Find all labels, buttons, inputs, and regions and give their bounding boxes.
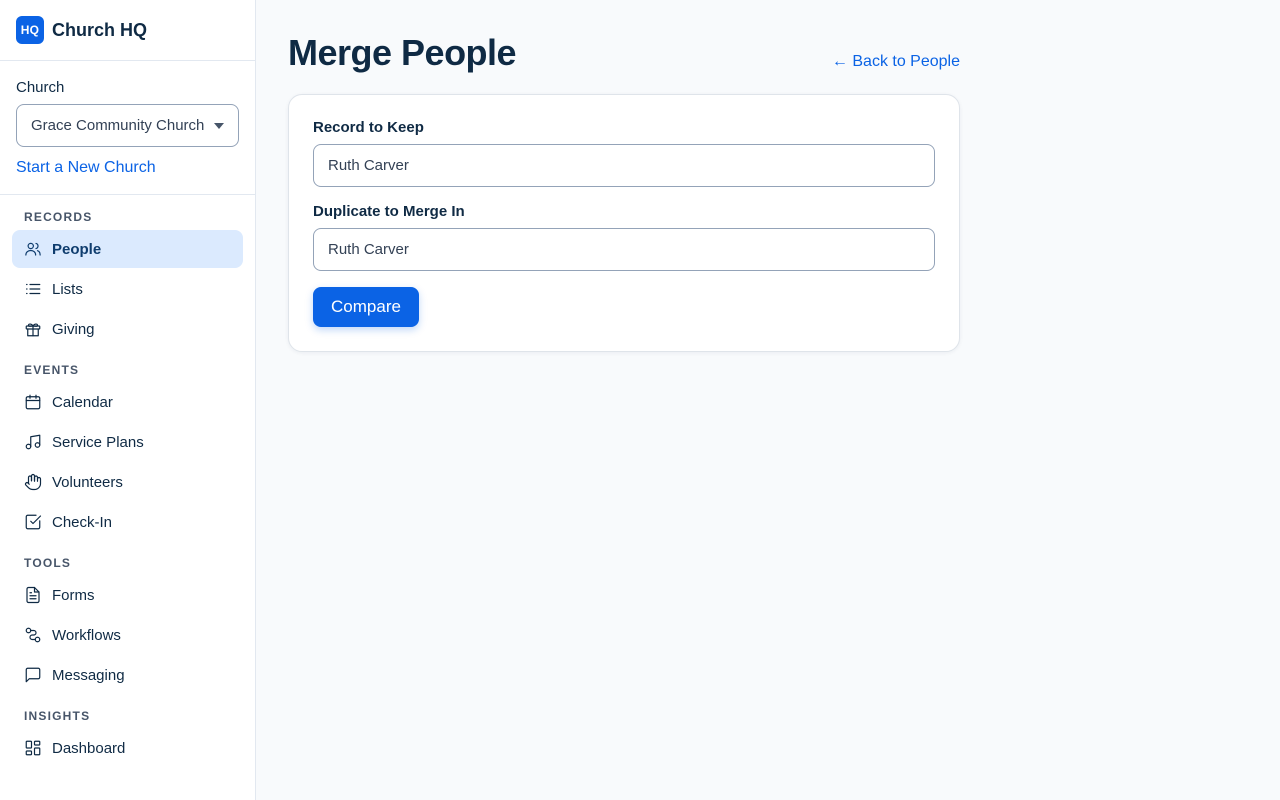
brand-logo: HQ — [16, 16, 44, 44]
sidebar-item-label: Lists — [52, 280, 83, 298]
sidebar: HQ Church HQ Church Grace Community Chur… — [0, 0, 256, 800]
gift-icon — [24, 320, 42, 338]
duplicate-label: Duplicate to Merge In — [313, 203, 465, 220]
record-to-keep-input[interactable] — [313, 144, 935, 187]
sidebar-item-label: Volunteers — [52, 473, 123, 491]
keep-field: Record to Keep — [313, 119, 935, 187]
list-icon — [24, 280, 42, 298]
calendar-icon — [24, 393, 42, 411]
sidebar-item-lists[interactable]: Lists — [12, 270, 243, 308]
nav-section-insights: INSIGHTS — [24, 709, 91, 723]
dashboard-icon — [24, 739, 42, 757]
brand-name: Church HQ — [52, 19, 148, 40]
chevron-down-icon — [214, 123, 224, 129]
music-note-icon — [24, 433, 42, 451]
sidebar-item-check-in[interactable]: Check-In — [12, 503, 243, 541]
duplicate-to-merge-input[interactable] — [313, 228, 935, 271]
sidebar-item-label: Dashboard — [52, 739, 126, 757]
nav-section-tools: TOOLS — [24, 556, 72, 570]
sidebar-item-label: Forms — [52, 586, 95, 604]
nav-section-events: EVENTS — [24, 363, 80, 377]
sidebar-item-forms[interactable]: Forms — [12, 576, 243, 614]
sidebar-item-workflows[interactable]: Workflows — [12, 616, 243, 654]
document-icon — [24, 586, 42, 604]
page-header: Merge People ← Back to People — [288, 32, 960, 74]
sidebar-item-service-plans[interactable]: Service Plans — [12, 423, 243, 461]
sidebar-item-label: Messaging — [52, 666, 125, 684]
hand-icon — [24, 473, 42, 491]
message-icon — [24, 666, 42, 684]
users-icon — [24, 240, 42, 258]
sidebar-item-people[interactable]: People — [12, 230, 243, 268]
nav-section-records: RECORDS — [24, 210, 93, 224]
start-new-church-link[interactable]: Start a New Church — [16, 159, 239, 177]
sidebar-item-giving[interactable]: Giving — [12, 310, 243, 348]
sidebar-nav: RECORDS People Lists Giving EVENTS Calen… — [0, 210, 255, 767]
sidebar-item-label: Service Plans — [52, 433, 144, 451]
sidebar-item-label: People — [52, 240, 102, 258]
brand[interactable]: HQ Church HQ — [0, 0, 255, 61]
sidebar-item-calendar[interactable]: Calendar — [12, 383, 243, 421]
app-root: HQ Church HQ Church Grace Community Chur… — [0, 0, 1280, 800]
church-switcher: Church Grace Community Church Start a Ne… — [0, 61, 255, 195]
church-select[interactable]: Grace Community Church — [16, 104, 239, 147]
sidebar-item-messaging[interactable]: Messaging — [12, 656, 243, 694]
compare-button[interactable]: Compare — [313, 287, 419, 327]
duplicate-field: Duplicate to Merge In — [313, 203, 935, 271]
sidebar-item-volunteers[interactable]: Volunteers — [12, 463, 243, 501]
merge-form-card: Record to Keep Duplicate to Merge In Com… — [288, 94, 960, 352]
main-content: Merge People ← Back to People Record to … — [256, 0, 1280, 800]
page-title: Merge People — [288, 32, 517, 73]
workflow-icon — [24, 626, 42, 644]
keep-label: Record to Keep — [313, 119, 424, 136]
sidebar-item-label: Check-In — [52, 513, 113, 531]
sidebar-item-label: Calendar — [52, 393, 113, 411]
sidebar-item-label: Workflows — [52, 626, 121, 644]
church-select-value: Grace Community Church — [31, 117, 205, 134]
sidebar-item-dashboard[interactable]: Dashboard — [12, 729, 243, 767]
sidebar-item-label: Giving — [52, 320, 95, 338]
checkbox-icon — [24, 513, 42, 531]
back-to-people-link[interactable]: ← Back to People — [832, 53, 960, 71]
church-label: Church — [16, 79, 65, 96]
